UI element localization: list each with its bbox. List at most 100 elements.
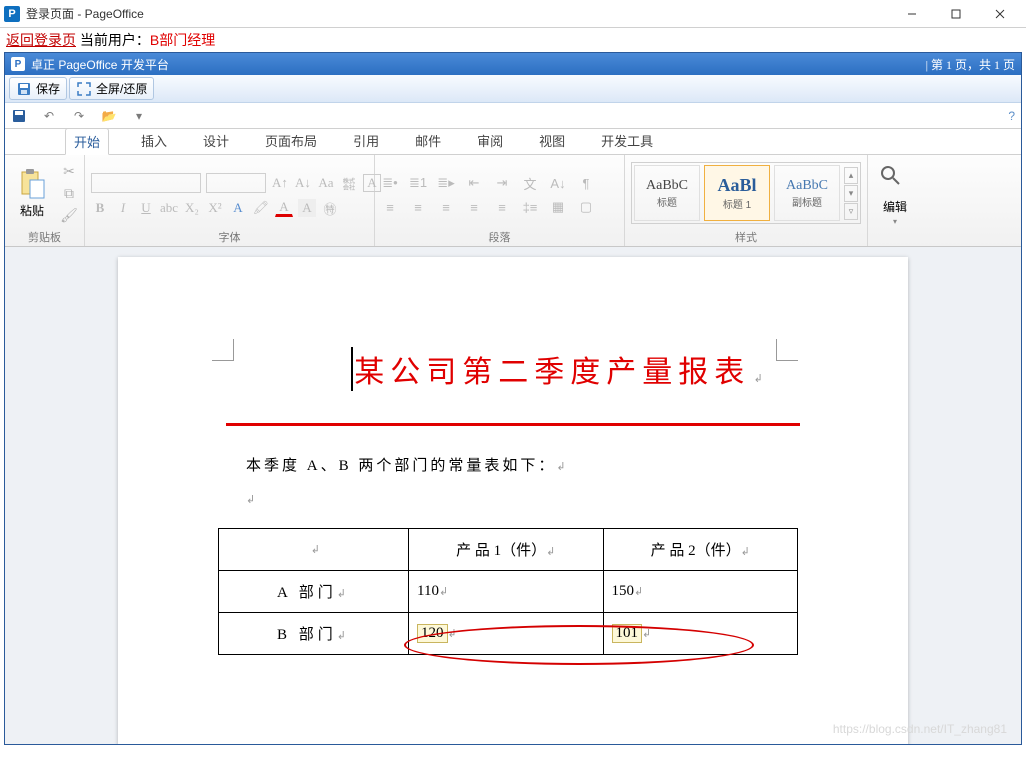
fullscreen-button[interactable]: 全屏/还原	[69, 77, 154, 100]
bold-icon[interactable]: B	[91, 199, 109, 217]
maximize-button[interactable]	[934, 0, 978, 28]
app-titlebar: P 卓正 PageOffice 开发平台 | 第 1 页，共 1 页	[5, 53, 1021, 75]
justify-icon[interactable]: ≡	[465, 198, 483, 216]
text-effects-icon[interactable]: A	[229, 199, 247, 217]
group-editing-label	[874, 232, 916, 245]
margin-corner-tl	[212, 339, 234, 361]
row-b-v2[interactable]: 101↲	[603, 613, 798, 655]
minimize-button[interactable]	[890, 0, 934, 28]
table-header-p1: 产 品 1（件）↲	[409, 529, 604, 571]
fullscreen-label: 全屏/还原	[96, 80, 147, 97]
tab-review[interactable]: 审阅	[473, 127, 507, 154]
group-font: A↑ A↓ Aa ㍿ A B I U abc X₂ X² A 🖍	[85, 155, 375, 246]
font-size-combo[interactable]	[206, 173, 266, 193]
table-header-row: ↲ 产 品 1（件）↲ 产 品 2（件）↲	[219, 529, 798, 571]
strike-icon[interactable]: abc	[160, 199, 178, 217]
qat-undo-icon[interactable]: ↶	[41, 108, 57, 124]
paste-button[interactable]: 粘贴	[11, 159, 53, 227]
find-button[interactable]: 编辑 ▾	[874, 161, 916, 229]
close-button[interactable]	[978, 0, 1022, 28]
distribute-icon[interactable]: ≡	[493, 198, 511, 216]
row-a-label: A 部门↲	[219, 571, 409, 613]
change-case-icon[interactable]: Aa	[317, 174, 335, 192]
tab-insert[interactable]: 插入	[137, 127, 171, 154]
style-subtitle[interactable]: AaBbC副标题	[774, 165, 840, 221]
cut-icon[interactable]: ✂	[60, 162, 78, 180]
row-b-v1[interactable]: 120↲	[409, 613, 604, 655]
editable-field-b2[interactable]: 101	[612, 624, 643, 643]
app-title: 卓正 PageOffice 开发平台	[31, 56, 926, 73]
group-font-label: 字体	[91, 228, 368, 245]
decrease-indent-icon[interactable]: ⇤	[465, 174, 483, 192]
style-title[interactable]: AaBbC标题	[634, 165, 700, 221]
phonetic-icon[interactable]: ㍿	[340, 174, 358, 192]
subscript-icon[interactable]: X₂	[183, 199, 201, 217]
editable-field-b1[interactable]: 120	[417, 624, 448, 643]
doc-title: 某公司第二季度产量报表	[351, 347, 750, 391]
highlight-icon[interactable]: 🖍	[252, 199, 270, 217]
row-a-v2: 150↲	[603, 571, 798, 613]
tab-mailings[interactable]: 邮件	[411, 127, 445, 154]
text-direction-icon[interactable]: 文	[521, 174, 539, 192]
multilevel-icon[interactable]: ≣▸	[437, 174, 455, 192]
qat-dropdown-icon[interactable]: ▾	[131, 108, 147, 124]
shading-icon[interactable]: ▦	[549, 198, 567, 216]
tab-home[interactable]: 开始	[65, 128, 109, 155]
qat-redo-icon[interactable]: ↷	[71, 108, 87, 124]
tab-design[interactable]: 设计	[199, 127, 233, 154]
gallery-up-icon[interactable]: ▴	[844, 167, 858, 184]
shrink-font-icon[interactable]: A↓	[294, 174, 312, 192]
user-link-row: 返回登录页 当前用户：B部门经理	[0, 28, 1026, 52]
bullets-icon[interactable]: ≣•	[381, 174, 399, 192]
paste-label: 粘贴	[20, 202, 44, 219]
gallery-more-icon[interactable]: ▿	[844, 203, 858, 220]
pageoffice-frame: P 卓正 PageOffice 开发平台 | 第 1 页，共 1 页 保存 全屏…	[4, 52, 1022, 745]
ribbon-body: 粘贴 ✂ ⧉ 🖌 剪贴板 A↑ A↓ Aa	[5, 155, 1021, 247]
group-styles-label: 样式	[631, 228, 861, 245]
sort-icon[interactable]: A↓	[549, 174, 567, 192]
current-user-value: B部门经理	[150, 32, 215, 48]
quick-access-toolbar: ↶ ↷ 📂 ▾ ?	[5, 103, 1021, 129]
save-label: 保存	[36, 80, 60, 97]
table-header-empty: ↲	[219, 529, 409, 571]
tab-view[interactable]: 视图	[535, 127, 569, 154]
font-color-icon[interactable]: A	[275, 199, 293, 217]
increase-indent-icon[interactable]: ⇥	[493, 174, 511, 192]
char-shading-icon[interactable]: A	[298, 199, 316, 217]
numbering-icon[interactable]: ≣1	[409, 174, 427, 192]
grow-font-icon[interactable]: A↑	[271, 174, 289, 192]
line-spacing-icon[interactable]: ‡≡	[521, 198, 539, 216]
tab-developer[interactable]: 开发工具	[597, 127, 657, 154]
help-icon[interactable]: ?	[1008, 109, 1015, 123]
qat-open-icon[interactable]: 📂	[101, 108, 117, 124]
app-icon: P	[4, 6, 20, 22]
tab-references[interactable]: 引用	[349, 127, 383, 154]
custom-toolbar: 保存 全屏/还原	[5, 75, 1021, 103]
group-clipboard-label: 剪贴板	[11, 228, 78, 245]
save-icon	[16, 81, 32, 97]
document-scroll-area[interactable]: 某公司第二季度产量报表 ↲ 本季度 A、B 两个部门的常量表如下：↲ ↲ ↲ 产…	[5, 247, 1021, 744]
table-row-a: A 部门↲ 110↲ 150↲	[219, 571, 798, 613]
gallery-down-icon[interactable]: ▾	[844, 185, 858, 202]
window-titlebar: P 登录页面 - PageOffice	[0, 0, 1026, 28]
qat-save-icon[interactable]	[11, 108, 27, 124]
font-family-combo[interactable]	[91, 173, 201, 193]
align-center-icon[interactable]: ≡	[409, 198, 427, 216]
style-heading1[interactable]: AaBl标题 1	[704, 165, 770, 221]
align-right-icon[interactable]: ≡	[437, 198, 455, 216]
format-painter-icon[interactable]: 🖌	[60, 206, 78, 224]
italic-icon[interactable]: I	[114, 199, 132, 217]
copy-icon[interactable]: ⧉	[60, 184, 78, 202]
borders-icon[interactable]: ▢	[577, 198, 595, 216]
tab-layout[interactable]: 页面布局	[261, 127, 321, 154]
watermark: https://blog.csdn.net/IT_zhang81	[833, 722, 1007, 736]
align-left-icon[interactable]: ≡	[381, 198, 399, 216]
enclosed-char-icon[interactable]: ㊕	[321, 199, 339, 217]
underline-icon[interactable]: U	[137, 199, 155, 217]
superscript-icon[interactable]: X²	[206, 199, 224, 217]
return-login-link[interactable]: 返回登录页	[6, 32, 76, 48]
show-marks-icon[interactable]: ¶	[577, 174, 595, 192]
paste-icon	[16, 168, 48, 200]
save-button[interactable]: 保存	[9, 77, 67, 100]
production-table: ↲ 产 品 1（件）↲ 产 品 2（件）↲ A 部门↲ 110↲ 150↲ B …	[218, 528, 798, 655]
